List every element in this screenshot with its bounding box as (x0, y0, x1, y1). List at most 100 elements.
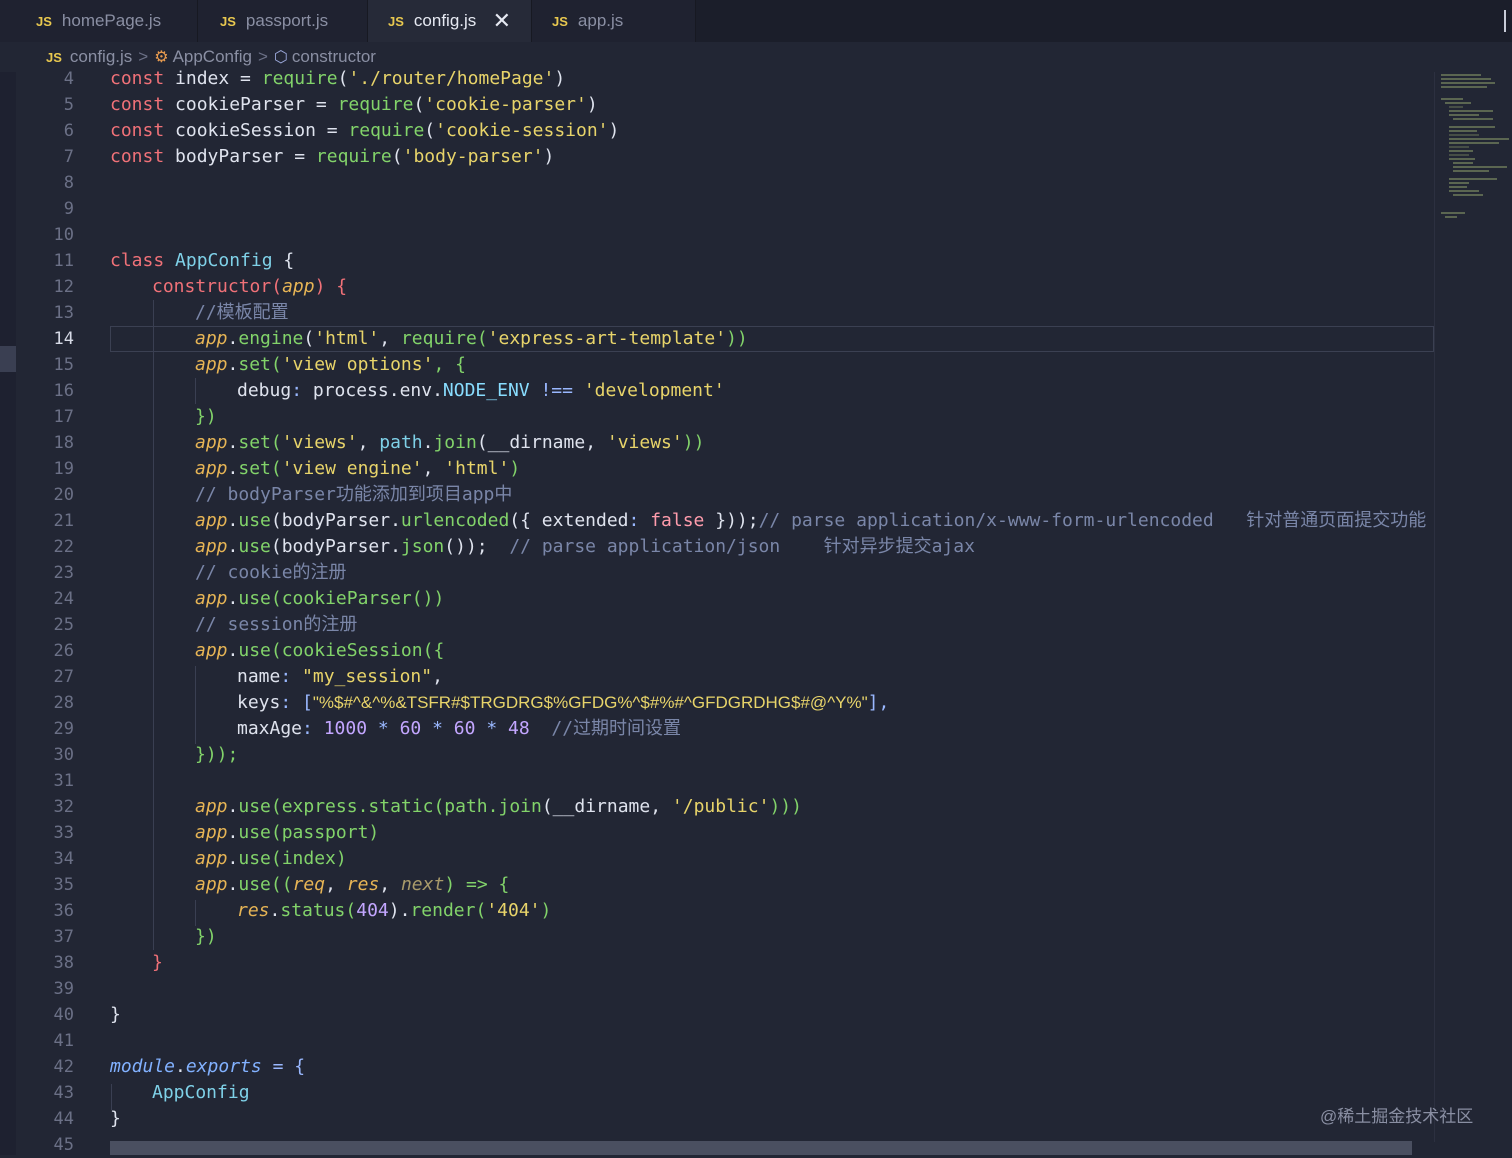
code-line[interactable]: maxAge: 1000 * 60 * 60 * 48 //过期时间设置 (237, 716, 681, 742)
javascript-file-icon: JS (388, 13, 404, 29)
line-number: 20 (53, 485, 74, 505)
horizontal-scrollbar[interactable] (110, 1141, 1412, 1155)
code-line[interactable]: app.use(bodyParser.json()); // parse app… (195, 534, 975, 560)
line-number: 36 (53, 901, 74, 921)
line-number: 25 (53, 615, 74, 635)
code-line[interactable]: }) (195, 404, 217, 430)
line-number: 40 (53, 1005, 74, 1025)
line-number: 16 (53, 381, 74, 401)
indent-guide (195, 900, 196, 926)
code-line[interactable]: app.set('views', path.join(__dirname, 'v… (195, 430, 704, 456)
close-icon[interactable]: ✕ (493, 8, 511, 34)
line-number: 27 (53, 667, 74, 687)
code-line[interactable]: const bodyParser = require('body-parser'… (110, 144, 554, 170)
breadcrumb-separator: > (257, 47, 268, 66)
line-number: 28 (53, 693, 74, 713)
code-line[interactable]: module.exports = { (110, 1054, 305, 1080)
tab-label: config.js (413, 11, 477, 30)
code-line[interactable]: constructor(app) { (152, 274, 347, 300)
code-line[interactable]: app.use(index) (195, 846, 347, 872)
breadcrumb-separator: > (138, 47, 149, 66)
line-number: 35 (53, 875, 74, 895)
line-number-current: 14 (53, 329, 74, 349)
code-line[interactable]: app.engine('html', require('express-art-… (195, 326, 748, 352)
line-number: 9 (63, 199, 74, 219)
code-line[interactable]: const cookieSession = require('cookie-se… (110, 118, 619, 144)
code-line[interactable]: })); (195, 742, 238, 768)
line-number: 24 (53, 589, 74, 609)
code-line[interactable]: const index = require('./router/homePage… (110, 66, 565, 92)
line-number: 4 (63, 69, 74, 89)
code-line[interactable]: app.set('view options', { (195, 352, 466, 378)
javascript-file-icon: JS (46, 49, 62, 65)
tab-label: homePage.js (61, 11, 162, 30)
minimap[interactable] (1434, 72, 1512, 1142)
breadcrumb-method[interactable]: constructor (292, 47, 376, 67)
line-number: 34 (53, 849, 74, 869)
breadcrumb-class[interactable]: AppConfig (173, 47, 252, 67)
code-line[interactable]: }) (195, 924, 217, 950)
code-line[interactable]: AppConfig (152, 1080, 250, 1106)
tab-passport-js[interactable]: JS passport.js (198, 0, 368, 42)
line-number: 32 (53, 797, 74, 817)
line-number: 6 (63, 121, 74, 141)
code-line[interactable]: app.set('view engine', 'html') (195, 456, 520, 482)
code-line[interactable]: debug: process.env.NODE_ENV !== 'develop… (237, 378, 725, 404)
line-number: 5 (63, 95, 74, 115)
line-number: 18 (53, 433, 74, 453)
tab-config-js[interactable]: JS config.js ✕ (368, 0, 532, 42)
line-number: 42 (53, 1057, 74, 1077)
code-comment[interactable]: // cookie的注册 (195, 560, 347, 586)
code-line[interactable]: name: "my_session", (237, 664, 443, 690)
line-number: 30 (53, 745, 74, 765)
line-number: 17 (53, 407, 74, 427)
code-line[interactable]: } (110, 1106, 121, 1132)
line-number: 22 (53, 537, 74, 557)
breadcrumb-file[interactable]: config.js (70, 47, 132, 67)
indent-guide (153, 300, 154, 950)
code-line[interactable]: app.use((req, res, next) => { (195, 872, 509, 898)
code-line[interactable]: class AppConfig { (110, 248, 294, 274)
line-number: 38 (53, 953, 74, 973)
line-number: 45 (53, 1135, 74, 1155)
tab-label: passport.js (245, 11, 329, 30)
code-line[interactable]: } (152, 950, 163, 976)
code-line[interactable]: app.use(cookieSession({ (195, 638, 444, 664)
line-number: 11 (53, 251, 74, 271)
line-number: 31 (53, 771, 74, 791)
code-comment[interactable]: // session的注册 (195, 612, 357, 638)
indent-guide (195, 378, 196, 404)
line-number: 15 (53, 355, 74, 375)
line-number: 44 (53, 1109, 74, 1129)
line-number: 19 (53, 459, 74, 479)
watermark: @稀土掘金技术社区 (1320, 1107, 1474, 1126)
line-number: 26 (53, 641, 74, 661)
line-number: 7 (63, 147, 74, 167)
line-number: 13 (53, 303, 74, 323)
tab-homepage-js[interactable]: JS homePage.js (0, 0, 198, 42)
code-comment[interactable]: //模板配置 (195, 300, 289, 326)
code-comment[interactable]: // bodyParser功能添加到项目app中 (195, 482, 512, 508)
line-number: 21 (53, 511, 74, 531)
code-line[interactable]: keys: ["%$#^&^%&TSFR#$TRGDRG$%GFDG%^$#%#… (237, 690, 889, 716)
tab-app-js[interactable]: JS app.js (532, 0, 696, 42)
javascript-file-icon: JS (220, 13, 236, 29)
tab-bar: JS homePage.js JS passport.js JS config.… (0, 0, 1512, 42)
split-editor-icon[interactable] (1504, 10, 1512, 32)
indent-guide (195, 666, 196, 744)
javascript-file-icon: JS (36, 13, 52, 29)
code-line[interactable]: res.status(404).render('404') (237, 898, 551, 924)
line-number: 41 (53, 1031, 74, 1051)
method-cube-icon: ⬡ (273, 49, 288, 66)
code-line[interactable]: app.use(bodyParser.urlencoded({ extended… (195, 508, 1426, 534)
gutter-current-marker (0, 346, 16, 372)
code-line[interactable]: } (110, 1002, 121, 1028)
line-number: 8 (63, 173, 74, 193)
line-number: 33 (53, 823, 74, 843)
code-line[interactable]: app.use(express.static(path.join(__dirna… (195, 794, 802, 820)
code-line[interactable]: app.use(passport) (195, 820, 379, 846)
code-line[interactable]: app.use(cookieParser()) (195, 586, 444, 612)
line-number: 29 (53, 719, 74, 739)
tab-label: app.js (577, 11, 624, 30)
code-line[interactable]: const cookieParser = require('cookie-par… (110, 92, 598, 118)
